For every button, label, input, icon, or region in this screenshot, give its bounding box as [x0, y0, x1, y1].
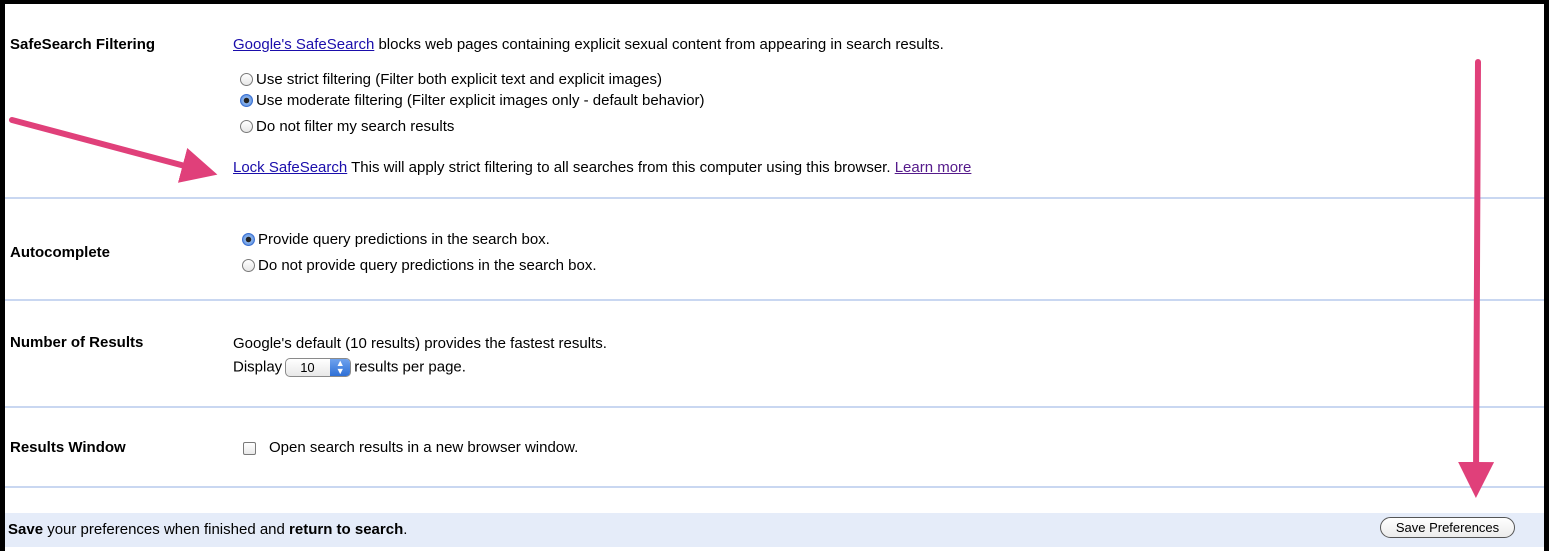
- preferences-panel: SafeSearch Filtering Google's SafeSearch…: [0, 0, 1549, 551]
- annotation-arrow-icon: [9, 117, 218, 183]
- annotation-overlay: [9, 59, 1495, 498]
- annotation-arrow-icon: [1458, 59, 1495, 498]
